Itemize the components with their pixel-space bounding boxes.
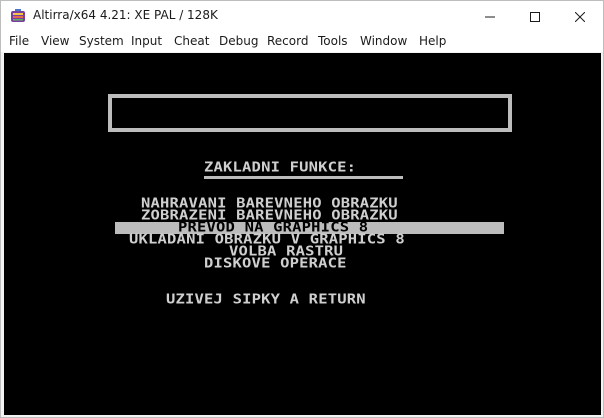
menu-option-disk-operations[interactable]: DISKOVE OPERACE (204, 256, 347, 269)
emulator-screen[interactable]: KONVERTOR 4-BAREVNYCH OBRAZKU V1.0 georg… (4, 53, 601, 415)
section-heading: ZAKLADNI FUNKCE: (204, 159, 357, 175)
close-button[interactable] (557, 1, 602, 32)
menu-view[interactable]: View (41, 34, 69, 48)
menu-record[interactable]: Record (267, 34, 308, 48)
menu-help[interactable]: Help (419, 34, 446, 48)
minimize-icon (484, 12, 495, 22)
menu-input[interactable]: Input (131, 34, 162, 48)
menu-file[interactable]: File (9, 34, 29, 48)
maximize-icon (529, 11, 540, 22)
menu-debug[interactable]: Debug (219, 34, 258, 48)
minimize-button[interactable] (467, 1, 512, 32)
menu-cheat[interactable]: Cheat (174, 34, 209, 48)
altirra-app-icon (10, 8, 26, 24)
instruction-text: UZIVEJ SIPKY A RETURN (166, 291, 366, 307)
emulator-window: Altirra/x64 4.21: XE PAL / 128K File Vie… (0, 0, 604, 418)
title-bar[interactable]: Altirra/x64 4.21: XE PAL / 128K (1, 1, 603, 32)
section-heading-underline (204, 176, 403, 179)
menu-tools[interactable]: Tools (318, 34, 348, 48)
window-title: Altirra/x64 4.21: XE PAL / 128K (33, 8, 218, 22)
program-version-line: V1.0 georger420 (c) 1991 (142, 110, 399, 126)
close-icon (574, 11, 585, 22)
menu-window[interactable]: Window (360, 34, 407, 48)
menu-bar: File View System Input Cheat Debug Recor… (1, 32, 603, 52)
menu-system[interactable]: System (79, 34, 124, 48)
maximize-button[interactable] (512, 1, 557, 32)
